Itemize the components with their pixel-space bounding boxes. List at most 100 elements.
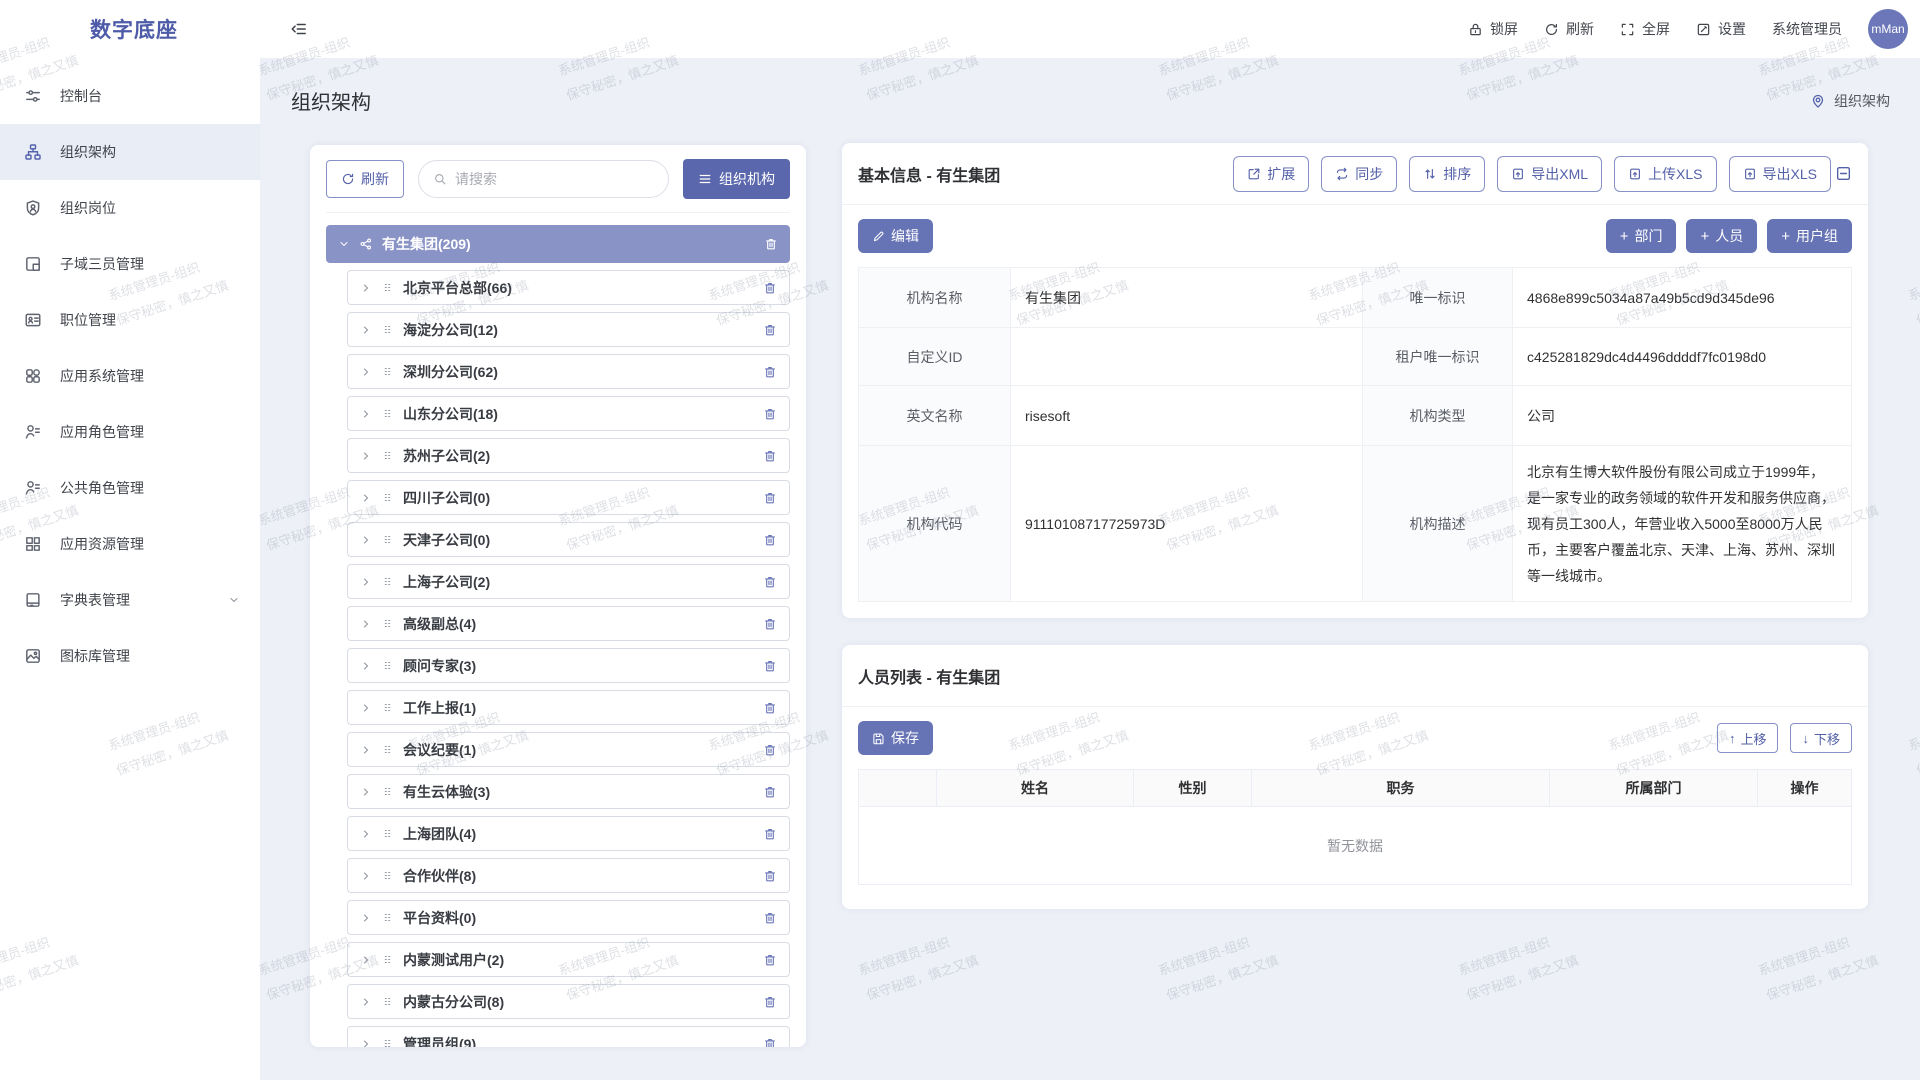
plus-icon: + xyxy=(1781,229,1790,244)
delete-node-icon[interactable] xyxy=(763,659,777,673)
tree-node-label: 内蒙古分公司(8) xyxy=(403,992,504,1012)
delete-node-icon[interactable] xyxy=(763,743,777,757)
info-field-label: 机构代码 xyxy=(859,446,1011,602)
save-button[interactable]: 保存 xyxy=(858,721,933,755)
tree-node-label: 有生云体验(3) xyxy=(403,782,490,802)
fullscreen-button[interactable]: 全屏 xyxy=(1620,19,1670,39)
add-部门-button[interactable]: +部门 xyxy=(1606,219,1677,253)
info-field-label: 唯一标识 xyxy=(1363,268,1513,328)
sidebar-item-console[interactable]: 控制台 xyxy=(0,68,260,124)
edit-square-button[interactable]: 设置 xyxy=(1696,19,1746,39)
delete-node-icon[interactable] xyxy=(763,827,777,841)
info-table-row: 自定义ID租户唯一标识c425281829dc4d4496ddddf7fc019… xyxy=(859,328,1852,386)
tree-node[interactable]: 内蒙古分公司(8) xyxy=(347,984,790,1019)
同步-button[interactable]: 同步 xyxy=(1321,156,1397,192)
delete-node-icon[interactable] xyxy=(763,869,777,883)
sidebar-item-app-role[interactable]: 应用角色管理 xyxy=(0,404,260,460)
delete-node-icon[interactable] xyxy=(763,995,777,1009)
导出xls-button[interactable]: 导出XLS xyxy=(1729,156,1831,192)
drag-icon xyxy=(381,911,394,924)
delete-node-icon[interactable] xyxy=(763,323,777,337)
delete-node-icon[interactable] xyxy=(763,533,777,547)
tree-node[interactable]: 内蒙测试用户(2) xyxy=(347,942,790,977)
delete-node-icon[interactable] xyxy=(763,449,777,463)
delete-node-icon[interactable] xyxy=(763,953,777,967)
delete-node-icon[interactable] xyxy=(763,365,777,379)
tree-node[interactable]: 会议纪要(1) xyxy=(347,732,790,767)
扩展-button[interactable]: 扩展 xyxy=(1233,156,1309,192)
sidebar-item-dict-table[interactable]: 字典表管理 xyxy=(0,572,260,628)
sidebar-item-label: 控制台 xyxy=(60,86,102,106)
collapse-panel-button[interactable] xyxy=(1835,165,1852,182)
tree-node[interactable]: 上海团队(4) xyxy=(347,816,790,851)
sidebar-item-icon-library[interactable]: 图标库管理 xyxy=(0,628,260,684)
sidebar-item-label: 职位管理 xyxy=(60,310,116,330)
tree-node[interactable]: 山东分公司(18) xyxy=(347,396,790,431)
tree-root-node[interactable]: 有生集团(209) xyxy=(326,225,790,263)
drag-icon xyxy=(381,743,394,756)
drag-icon xyxy=(381,953,394,966)
org-structure-button[interactable]: 组织机构 xyxy=(683,159,790,199)
person-column-header xyxy=(859,770,937,807)
delete-node-icon[interactable] xyxy=(763,575,777,589)
info-field-label: 机构描述 xyxy=(1363,446,1513,602)
上传xls-button[interactable]: 上传XLS xyxy=(1614,156,1716,192)
tree-node[interactable]: 四川子公司(0) xyxy=(347,480,790,515)
tree-node[interactable]: 苏州子公司(2) xyxy=(347,438,790,473)
tree-node[interactable]: 有生云体验(3) xyxy=(347,774,790,809)
sort-icon xyxy=(1423,167,1437,181)
chevron-right-icon xyxy=(360,534,372,546)
delete-node-icon[interactable] xyxy=(763,617,777,631)
tree-node[interactable]: 海淀分公司(12) xyxy=(347,312,790,347)
drag-icon xyxy=(381,995,394,1008)
sidebar-item-org-structure[interactable]: 组织架构 xyxy=(0,124,260,180)
tree-node[interactable]: 上海子公司(2) xyxy=(347,564,790,599)
add-用户组-button[interactable]: +用户组 xyxy=(1767,219,1852,253)
tree-node[interactable]: 管理员组(9) xyxy=(347,1026,790,1047)
tree-node[interactable]: 平台资料(0) xyxy=(347,900,790,935)
tree-refresh-button[interactable]: 刷新 xyxy=(326,160,404,198)
sidebar-fold-button[interactable] xyxy=(290,20,308,38)
排序-button[interactable]: 排序 xyxy=(1409,156,1485,192)
frame-icon xyxy=(24,255,42,273)
导出xml-button[interactable]: 导出XML xyxy=(1497,156,1602,192)
external-icon xyxy=(1247,167,1261,181)
tree-node[interactable]: 顾问专家(3) xyxy=(347,648,790,683)
edit-button[interactable]: 编辑 xyxy=(858,219,933,253)
refresh-button[interactable]: 刷新 xyxy=(1544,19,1594,39)
sidebar-item-org-position[interactable]: 组织岗位 xyxy=(0,180,260,236)
edit-square-icon xyxy=(1696,22,1711,37)
location-pin-icon xyxy=(1810,93,1826,109)
sidebar-item-position-mgmt[interactable]: 职位管理 xyxy=(0,292,260,348)
add-人员-button[interactable]: +人员 xyxy=(1686,219,1757,253)
tree-node[interactable]: 深圳分公司(62) xyxy=(347,354,790,389)
header-action-label: 全屏 xyxy=(1642,19,1670,39)
delete-node-icon[interactable] xyxy=(763,491,777,505)
delete-node-icon[interactable] xyxy=(763,281,777,295)
delete-node-icon[interactable] xyxy=(764,237,778,251)
sidebar-item-public-role[interactable]: 公共角色管理 xyxy=(0,460,260,516)
sidebar-item-app-resource[interactable]: 应用资源管理 xyxy=(0,516,260,572)
tree-node[interactable]: 工作上报(1) xyxy=(347,690,790,725)
tree-node[interactable]: 北京平台总部(66) xyxy=(347,270,790,305)
tree-node[interactable]: 合作伙伴(8) xyxy=(347,858,790,893)
avatar[interactable]: mMan xyxy=(1868,9,1908,49)
sidebar-item-subdomain-admin[interactable]: 子域三员管理 xyxy=(0,236,260,292)
delete-node-icon[interactable] xyxy=(763,911,777,925)
lock-button[interactable]: 锁屏 xyxy=(1468,19,1518,39)
move-up-button[interactable]: ↑ 上移 xyxy=(1717,723,1779,753)
sidebar-item-app-system[interactable]: 应用系统管理 xyxy=(0,348,260,404)
tree-node[interactable]: 高级副总(4) xyxy=(347,606,790,641)
delete-node-icon[interactable] xyxy=(763,1037,777,1048)
tree-search-input[interactable] xyxy=(455,171,654,187)
chevron-right-icon xyxy=(360,996,372,1008)
plus-icon: + xyxy=(1620,229,1629,244)
minus-square-icon xyxy=(1835,165,1852,182)
delete-node-icon[interactable] xyxy=(763,785,777,799)
drag-icon xyxy=(381,449,394,462)
delete-node-icon[interactable] xyxy=(763,701,777,715)
move-down-button[interactable]: ↓ 下移 xyxy=(1790,723,1852,753)
delete-node-icon[interactable] xyxy=(763,407,777,421)
tree-node[interactable]: 天津子公司(0) xyxy=(347,522,790,557)
drag-icon xyxy=(381,659,394,672)
